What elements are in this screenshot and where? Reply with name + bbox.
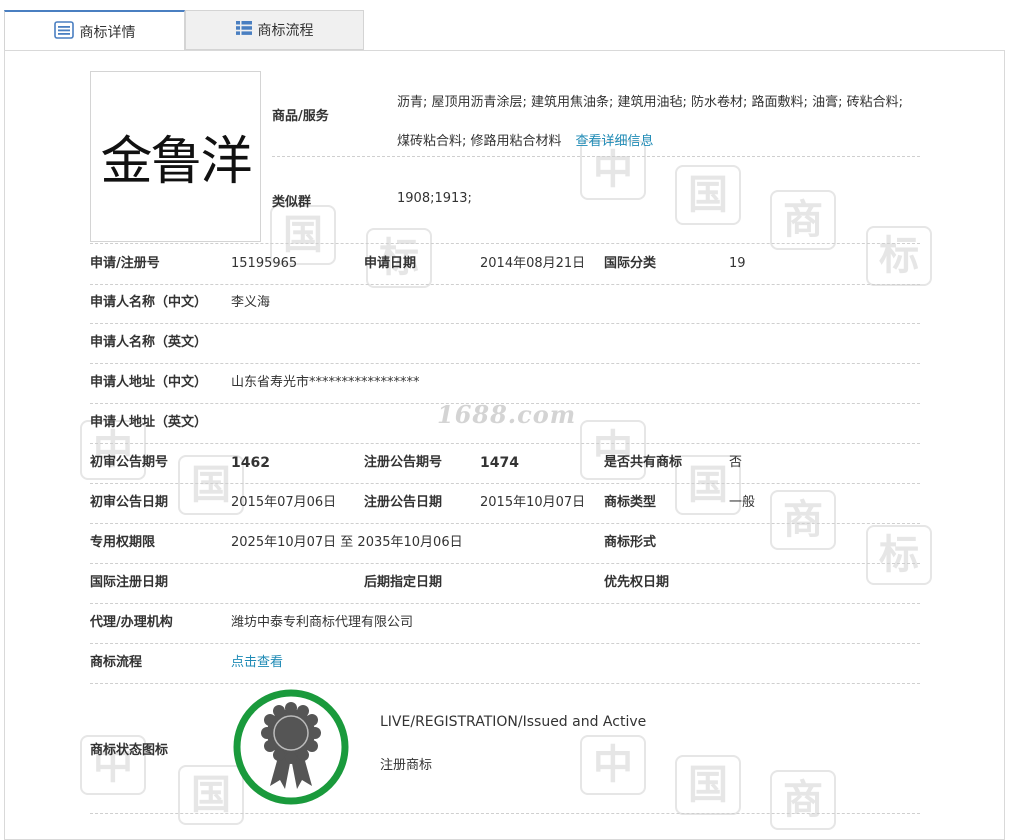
info-row: 申请人地址（英文）	[90, 403, 920, 444]
priority-date-label: 优先权日期	[604, 575, 670, 590]
reg-date-label: 注册公告日期	[364, 495, 443, 510]
similar-group-value: 1908;1913;	[397, 191, 472, 206]
prelim-date-value: 2015年07月06日	[231, 495, 337, 510]
intl-class-label: 国际分类	[604, 256, 657, 271]
similar-group-label: 类似群	[272, 195, 312, 210]
address-cn-label: 申请人地址（中文）	[90, 375, 208, 390]
applicant-en-label: 申请人名称（英文）	[90, 335, 208, 350]
info-row: 申请人地址（中文） 山东省寿光市*****************	[90, 363, 920, 404]
later-date-label: 后期指定日期	[364, 575, 443, 590]
intl-class-value: 19	[729, 256, 746, 271]
details-icon	[53, 20, 74, 43]
info-row: 专用权期限 2025年10月07日 至 2035年10月06日 商标形式	[90, 523, 920, 564]
tm-form-label: 商标形式	[604, 535, 657, 550]
status-label: 商标状态图标	[90, 743, 169, 758]
goods-label: 商品/服务	[272, 109, 329, 124]
view-details-link[interactable]: 查看详细信息	[576, 134, 654, 149]
tab-trademark-details[interactable]: 商标详情	[4, 10, 185, 51]
info-row: 初审公告日期 2015年07月06日 注册公告日期 2015年10月07日 商标…	[90, 483, 920, 524]
prelim-issue-value: 1462	[231, 455, 270, 471]
trademark-image: 金鲁洋	[90, 71, 261, 242]
info-row: 初审公告期号 1462 注册公告期号 1474 是否共有商标 否	[90, 443, 920, 484]
tab-trademark-flow[interactable]: 商标流程	[185, 10, 364, 50]
tab-label: 商标详情	[79, 24, 136, 41]
tm-type-label: 商标类型	[604, 495, 657, 510]
agent-value: 潍坊中泰专利商标代理有限公司	[231, 615, 414, 630]
reg-date-value: 2015年10月07日	[480, 495, 586, 510]
info-row: 代理/办理机构 潍坊中泰专利商标代理有限公司	[90, 603, 920, 644]
reg-issue-label: 注册公告期号	[364, 455, 443, 470]
view-flow-link[interactable]: 点击查看	[231, 643, 283, 683]
reg-no-label: 申请/注册号	[90, 256, 160, 271]
reg-no-value: 15195965	[231, 256, 298, 271]
status-chinese: 注册商标	[380, 758, 433, 773]
prelim-date-label: 初审公告日期	[90, 495, 169, 510]
app-date-value: 2014年08月21日	[480, 256, 586, 271]
info-row: 申请人名称（英文）	[90, 323, 920, 364]
info-row: 商标流程 点击查看	[90, 643, 920, 684]
app-date-label: 申请日期	[364, 256, 417, 271]
flow-label: 商标流程	[90, 655, 143, 670]
address-en-label: 申请人地址（英文）	[90, 415, 208, 430]
reg-issue-value: 1474	[480, 455, 519, 471]
info-row: 国际注册日期 后期指定日期 优先权日期	[90, 563, 920, 604]
address-cn-value: 山东省寿光市*****************	[231, 375, 420, 390]
shared-value: 否	[729, 455, 743, 470]
registered-badge-icon	[232, 688, 350, 806]
info-row: 申请/注册号 15195965 申请日期 2014年08月21日 国际分类 19	[90, 243, 920, 285]
info-row: 申请人名称（中文） 李义海	[90, 283, 920, 324]
goods-value: 沥青; 屋顶用沥青涂层; 建筑用焦油条; 建筑用油毡; 防水卷材; 路面敷料; …	[397, 83, 917, 161]
status-row: 商标状态图标 LIVE/REGISTRATION/Issued and Acti…	[90, 683, 920, 814]
trademark-logo-text: 金鲁洋	[100, 132, 252, 192]
applicant-cn-label: 申请人名称（中文）	[90, 295, 208, 310]
prelim-issue-label: 初审公告期号	[90, 455, 169, 470]
applicant-cn-value: 李义海	[231, 295, 271, 310]
divider	[272, 156, 920, 157]
tab-bar: 商标详情 商标流程	[4, 10, 364, 51]
exclusive-label: 专用权期限	[90, 535, 156, 550]
exclusive-value: 2025年10月07日 至 2035年10月06日	[231, 535, 463, 550]
status-english: LIVE/REGISTRATION/Issued and Active	[380, 714, 647, 730]
intl-reg-date-label: 国际注册日期	[90, 575, 169, 590]
tm-type-value: 一般	[729, 495, 756, 510]
shared-label: 是否共有商标	[604, 455, 683, 470]
tab-label: 商标流程	[257, 23, 314, 39]
agent-label: 代理/办理机构	[90, 615, 173, 630]
list-icon	[235, 21, 252, 39]
